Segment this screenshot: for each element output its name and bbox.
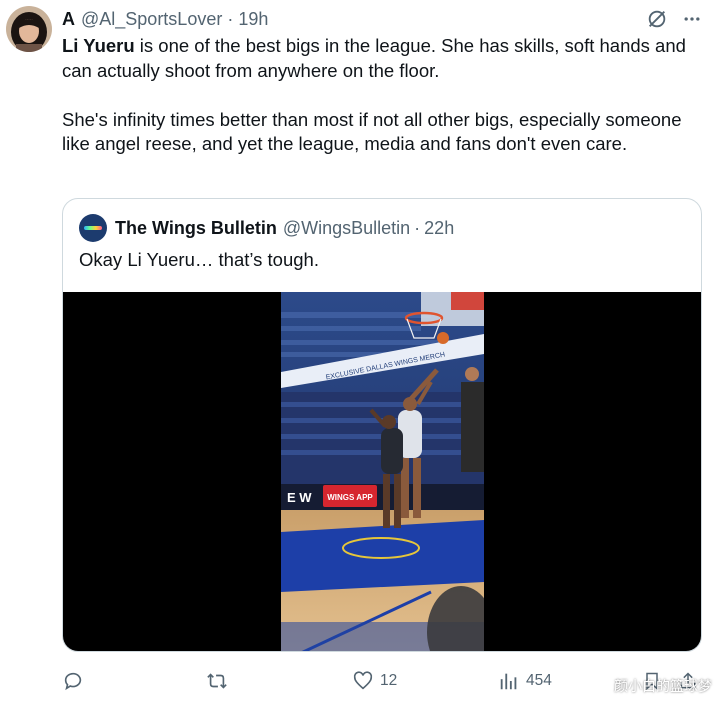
highlighted-name: Li Yueru (62, 35, 135, 56)
grok-button[interactable] (646, 8, 668, 30)
views-button[interactable]: 454 (498, 666, 552, 696)
quoted-timestamp[interactable]: 22h (424, 218, 454, 239)
media-container[interactable]: EXCLUSIVE DALLAS WINGS MERCH E W WINGS A… (63, 292, 701, 651)
tweet-timestamp[interactable]: 19h (238, 9, 268, 30)
like-count: 12 (380, 672, 398, 689)
video-player[interactable]: EXCLUSIVE DALLAS WINGS MERCH E W WINGS A… (281, 292, 484, 651)
video-frame: EXCLUSIVE DALLAS WINGS MERCH E W WINGS A… (281, 292, 484, 651)
tweet-text: Li Yueru is one of the best bigs in the … (62, 34, 707, 181)
tweet-top-actions (646, 8, 702, 30)
separator-dot: · (414, 217, 421, 238)
quoted-avatar[interactable] (79, 214, 107, 242)
quoted-tweet-text: Okay Li Yueru… that’s tough. (79, 249, 319, 270)
more-icon (684, 17, 700, 21)
tweet-header: A @Al_SportsLover · 19h (62, 7, 268, 31)
retweet-button[interactable] (205, 666, 235, 696)
quoted-author-name[interactable]: The Wings Bulletin (115, 218, 277, 239)
heart-icon (353, 671, 373, 690)
more-button[interactable] (682, 9, 702, 29)
quoted-author-handle[interactable]: @WingsBulletin (283, 218, 410, 239)
retweet-icon (207, 673, 227, 689)
ad-board-right: WINGS APP (327, 493, 373, 502)
reply-button[interactable] (62, 666, 90, 696)
quoted-tweet[interactable]: The Wings Bulletin @WingsBulletin · 22h … (62, 198, 702, 652)
watermark: 颜小白的篮球梦 (614, 679, 712, 695)
avatar-woman (6, 6, 52, 52)
separator-dot: · (227, 8, 234, 29)
views-count: 454 (526, 672, 552, 689)
ad-board-left: E W (287, 490, 312, 505)
tweet-paragraph-1-text: is one of the best bigs in the league. S… (62, 35, 686, 81)
like-button[interactable]: 12 (352, 666, 397, 696)
author-name[interactable]: A (62, 9, 75, 30)
tweet-paragraph-2: She's infinity times better than most if… (62, 108, 682, 155)
avatar[interactable] (6, 6, 52, 52)
tweet-paragraph-1: Li Yueru is one of the best bigs in the … (62, 34, 707, 83)
quoted-tweet-header: The Wings Bulletin @WingsBulletin · 22h (79, 214, 454, 242)
views-chart-icon (500, 673, 517, 690)
grok-icon (648, 10, 666, 28)
author-handle[interactable]: @Al_SportsLover (81, 9, 222, 30)
reply-icon (64, 672, 82, 691)
